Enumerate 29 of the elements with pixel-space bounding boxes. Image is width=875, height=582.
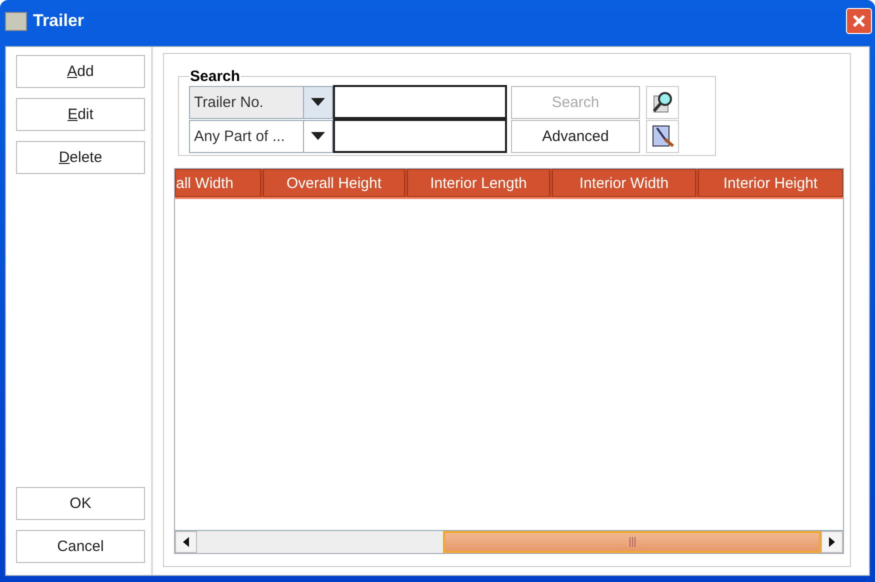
action-button[interactable]: Delete	[16, 141, 145, 174]
icon-button[interactable]	[646, 120, 679, 152]
caret-icon	[311, 132, 325, 140]
column-header[interactable]: Interior Length	[407, 169, 550, 197]
field-dropdown[interactable]: Any Part of ...	[189, 120, 333, 152]
grip-icon	[628, 537, 636, 547]
dialog-button[interactable]: OK	[16, 487, 145, 520]
search-field[interactable]	[333, 85, 507, 119]
column-header[interactable]: Interior Height	[698, 169, 843, 197]
app-icon	[5, 12, 27, 30]
icon-button[interactable]	[646, 86, 679, 118]
close-icon	[852, 14, 866, 28]
search-icon	[650, 90, 674, 114]
search-button[interactable]: Advanced	[511, 120, 640, 152]
document-search-icon	[650, 124, 674, 148]
column-header[interactable]: all Width	[175, 169, 261, 197]
dialog-button[interactable]: Cancel	[16, 530, 145, 563]
group-title: Search	[189, 68, 242, 85]
column-header[interactable]: Overall Height	[263, 169, 405, 197]
right-arrow-icon	[829, 537, 835, 547]
caret-icon	[311, 98, 325, 106]
left-arrow-icon	[183, 537, 189, 547]
window-title: Trailer	[33, 11, 86, 31]
search-field[interactable]	[333, 119, 507, 153]
action-button[interactable]: Edit	[16, 98, 145, 131]
column-header[interactable]: Interior Width	[552, 169, 696, 197]
action-button[interactable]: Add	[16, 55, 145, 88]
close-button[interactable]	[846, 8, 872, 34]
horizontal-scrollbar[interactable]	[175, 530, 843, 553]
